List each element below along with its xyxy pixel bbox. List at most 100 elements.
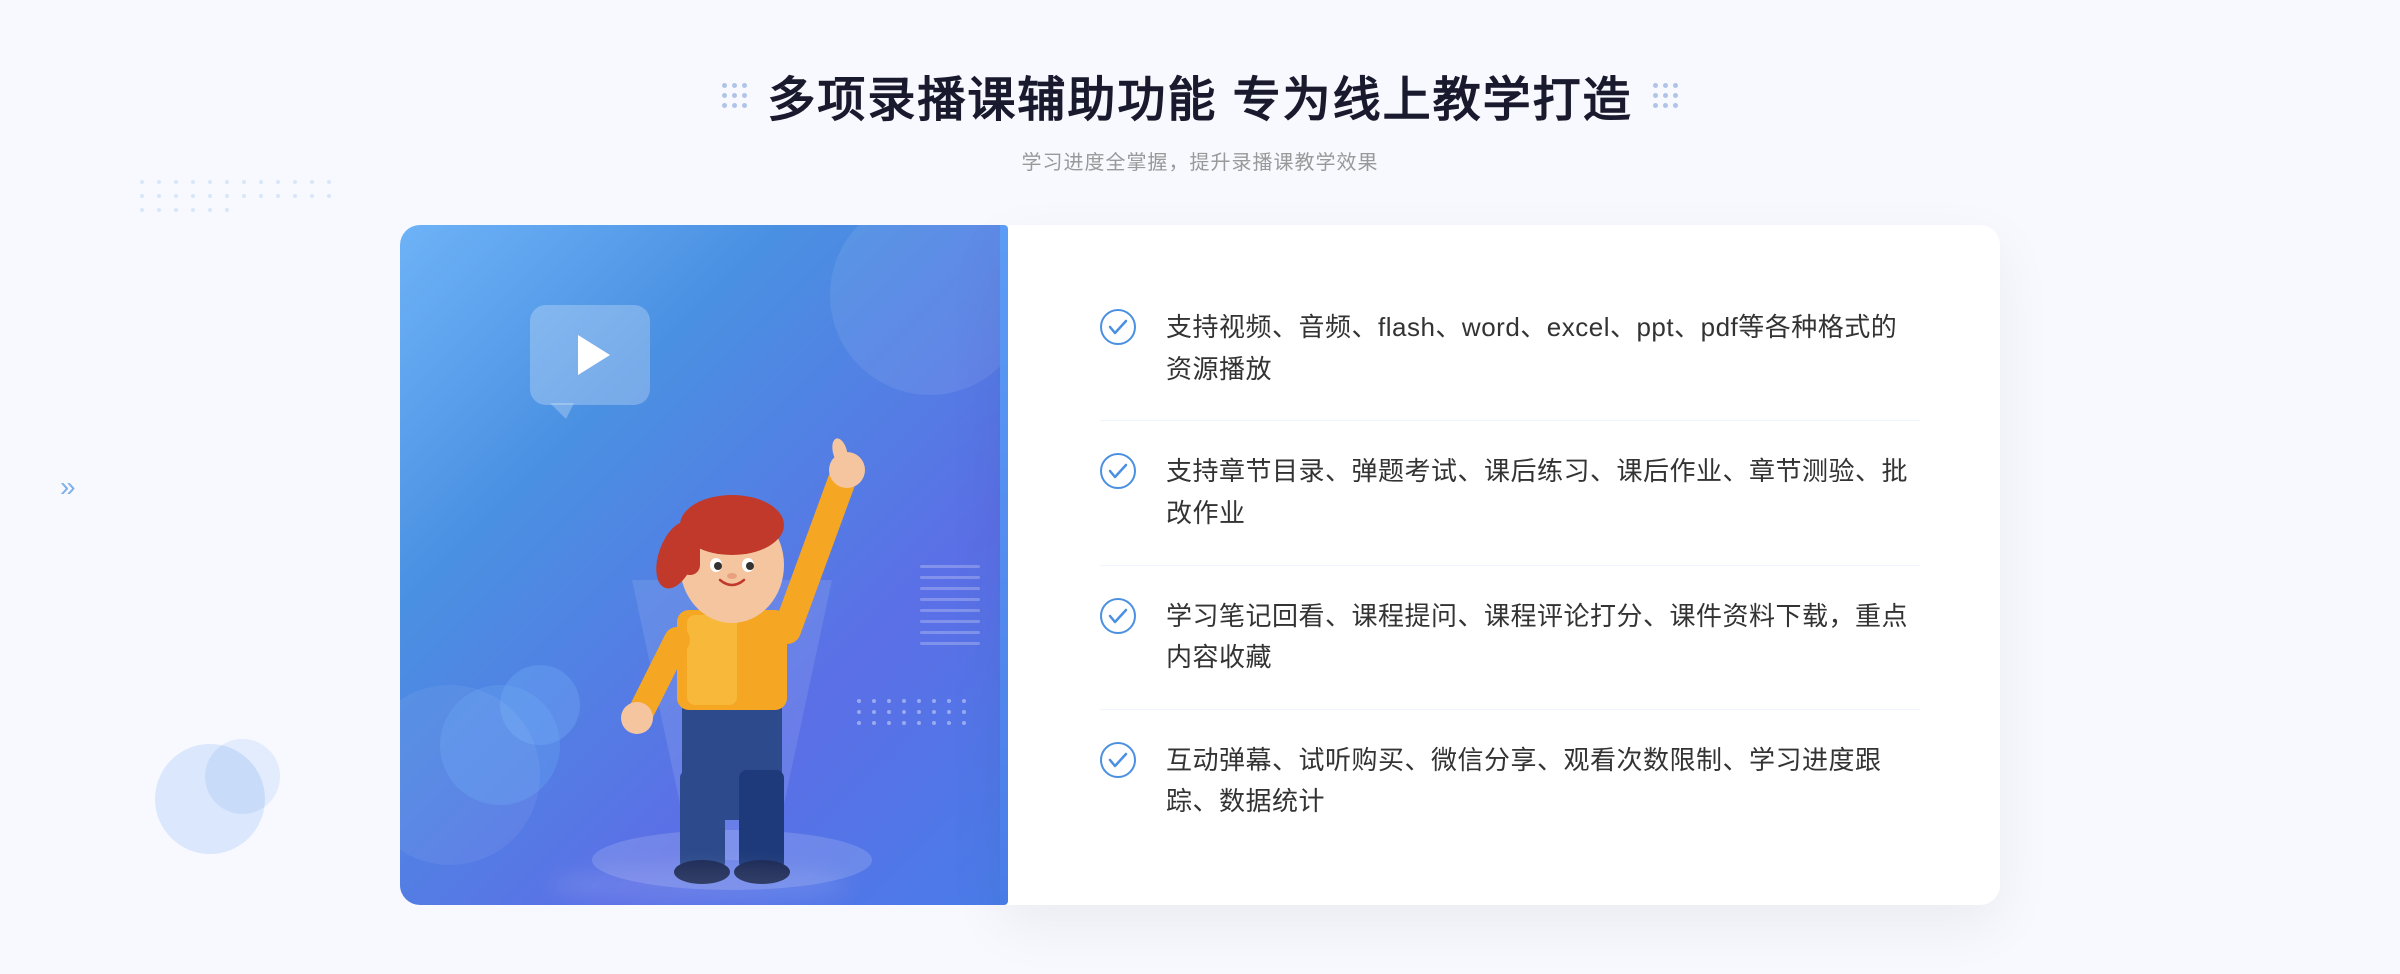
dot xyxy=(293,180,297,184)
page-title: 多项录播课辅助功能 专为线上教学打造 xyxy=(767,60,1632,130)
dot xyxy=(310,194,314,198)
dot xyxy=(327,194,331,198)
feature-text-4: 互动弹幕、试听购买、微信分享、观看次数限制、学习进度跟踪、数据统计 xyxy=(1166,740,1920,823)
checkmark-svg xyxy=(1100,453,1136,489)
dot xyxy=(742,83,747,88)
feature-item-4: 互动弹幕、试听购买、微信分享、观看次数限制、学习进度跟踪、数据统计 xyxy=(1100,710,1920,853)
dot xyxy=(742,103,747,108)
play-icon xyxy=(578,335,610,375)
feature-text-2: 支持章节目录、弹题考试、课后练习、课后作业、章节测验、批改作业 xyxy=(1166,451,1920,534)
dot xyxy=(208,180,212,184)
title-wrapper: 多项录播课辅助功能 专为线上教学打造 xyxy=(722,60,1677,130)
dot xyxy=(917,721,921,725)
person-svg xyxy=(572,380,892,900)
illustration-area xyxy=(400,225,1000,905)
check-icon-4 xyxy=(1100,742,1136,778)
dot xyxy=(1673,83,1678,88)
dot xyxy=(174,208,178,212)
dot xyxy=(902,721,906,725)
checkmark-svg xyxy=(1100,598,1136,634)
page-subtitle: 学习进度全掌握，提升录播课教学效果 xyxy=(722,146,1677,175)
bottom-left-circle-small xyxy=(205,739,280,814)
feature-text-3: 学习笔记回看、课程提问、课程评论打分、课件资料下载，重点内容收藏 xyxy=(1166,596,1920,679)
dot xyxy=(208,194,212,198)
dot xyxy=(722,103,727,108)
dot xyxy=(932,699,936,703)
dot xyxy=(157,194,161,198)
dot xyxy=(293,194,297,198)
dot xyxy=(276,194,280,198)
dot xyxy=(947,721,951,725)
dot xyxy=(225,194,229,198)
dot xyxy=(902,710,906,714)
dot xyxy=(917,699,921,703)
features-list: 支持视频、音频、flash、word、excel、ppt、pdf等各种格式的资源… xyxy=(1100,277,1920,853)
dot xyxy=(1653,93,1658,98)
stripe-line xyxy=(920,576,980,579)
dot xyxy=(276,180,280,184)
check-icon-3 xyxy=(1100,598,1136,634)
dot xyxy=(947,699,951,703)
chevron-icon: » xyxy=(60,473,76,501)
stripe-line xyxy=(920,565,980,568)
dot xyxy=(1663,93,1668,98)
dot xyxy=(157,208,161,212)
dot xyxy=(732,103,737,108)
dot xyxy=(1673,103,1678,108)
dot xyxy=(140,194,144,198)
stripe-decoration xyxy=(920,565,980,685)
dot xyxy=(310,180,314,184)
dot xyxy=(962,710,966,714)
dot xyxy=(722,83,727,88)
stripe-line xyxy=(920,631,980,634)
checkmark-svg xyxy=(1100,742,1136,778)
dot xyxy=(962,699,966,703)
stripe-line xyxy=(920,620,980,623)
dot xyxy=(225,208,229,212)
dot xyxy=(1673,93,1678,98)
stripe-line xyxy=(920,598,980,601)
dot xyxy=(140,208,144,212)
left-arrows-decoration: » xyxy=(60,473,76,501)
dot xyxy=(732,93,737,98)
dot xyxy=(259,194,263,198)
feature-item-1: 支持视频、音频、flash、word、excel、ppt、pdf等各种格式的资源… xyxy=(1100,277,1920,421)
check-icon-2 xyxy=(1100,453,1136,489)
decorative-dots-right xyxy=(1653,83,1678,108)
bg-dots-left xyxy=(140,180,334,212)
dot xyxy=(242,194,246,198)
main-content: 支持视频、音频、flash、word、excel、ppt、pdf等各种格式的资源… xyxy=(400,225,2000,905)
person-illustration xyxy=(572,380,892,905)
dot xyxy=(191,208,195,212)
dot xyxy=(140,180,144,184)
dot xyxy=(742,93,747,98)
dot xyxy=(225,180,229,184)
dot xyxy=(932,710,936,714)
header-section: 多项录播课辅助功能 专为线上教学打造 学习进度全掌握，提升录播课教学效果 xyxy=(722,60,1677,175)
content-panel: 支持视频、音频、flash、word、excel、ppt、pdf等各种格式的资源… xyxy=(1000,225,2000,905)
dot xyxy=(1663,83,1668,88)
dot xyxy=(191,194,195,198)
feature-item-3: 学习笔记回看、课程提问、课程评论打分、课件资料下载，重点内容收藏 xyxy=(1100,566,1920,710)
dot xyxy=(157,180,161,184)
feature-text-1: 支持视频、音频、flash、word、excel、ppt、pdf等各种格式的资源… xyxy=(1166,307,1920,390)
dot xyxy=(327,180,331,184)
dot xyxy=(902,699,906,703)
dot xyxy=(962,721,966,725)
check-icon-1 xyxy=(1100,309,1136,345)
dot xyxy=(722,93,727,98)
checkmark-svg xyxy=(1100,309,1136,345)
dot xyxy=(1653,83,1658,88)
dot xyxy=(932,721,936,725)
dot xyxy=(1653,103,1658,108)
dot xyxy=(174,180,178,184)
circle-decoration-2 xyxy=(500,665,580,745)
dot xyxy=(259,180,263,184)
dot xyxy=(732,83,737,88)
dot xyxy=(242,180,246,184)
ground-effect xyxy=(550,865,850,905)
accent-bar xyxy=(1000,225,1008,905)
dot xyxy=(174,194,178,198)
dot xyxy=(917,710,921,714)
feature-item-2: 支持章节目录、弹题考试、课后练习、课后作业、章节测验、批改作业 xyxy=(1100,421,1920,565)
